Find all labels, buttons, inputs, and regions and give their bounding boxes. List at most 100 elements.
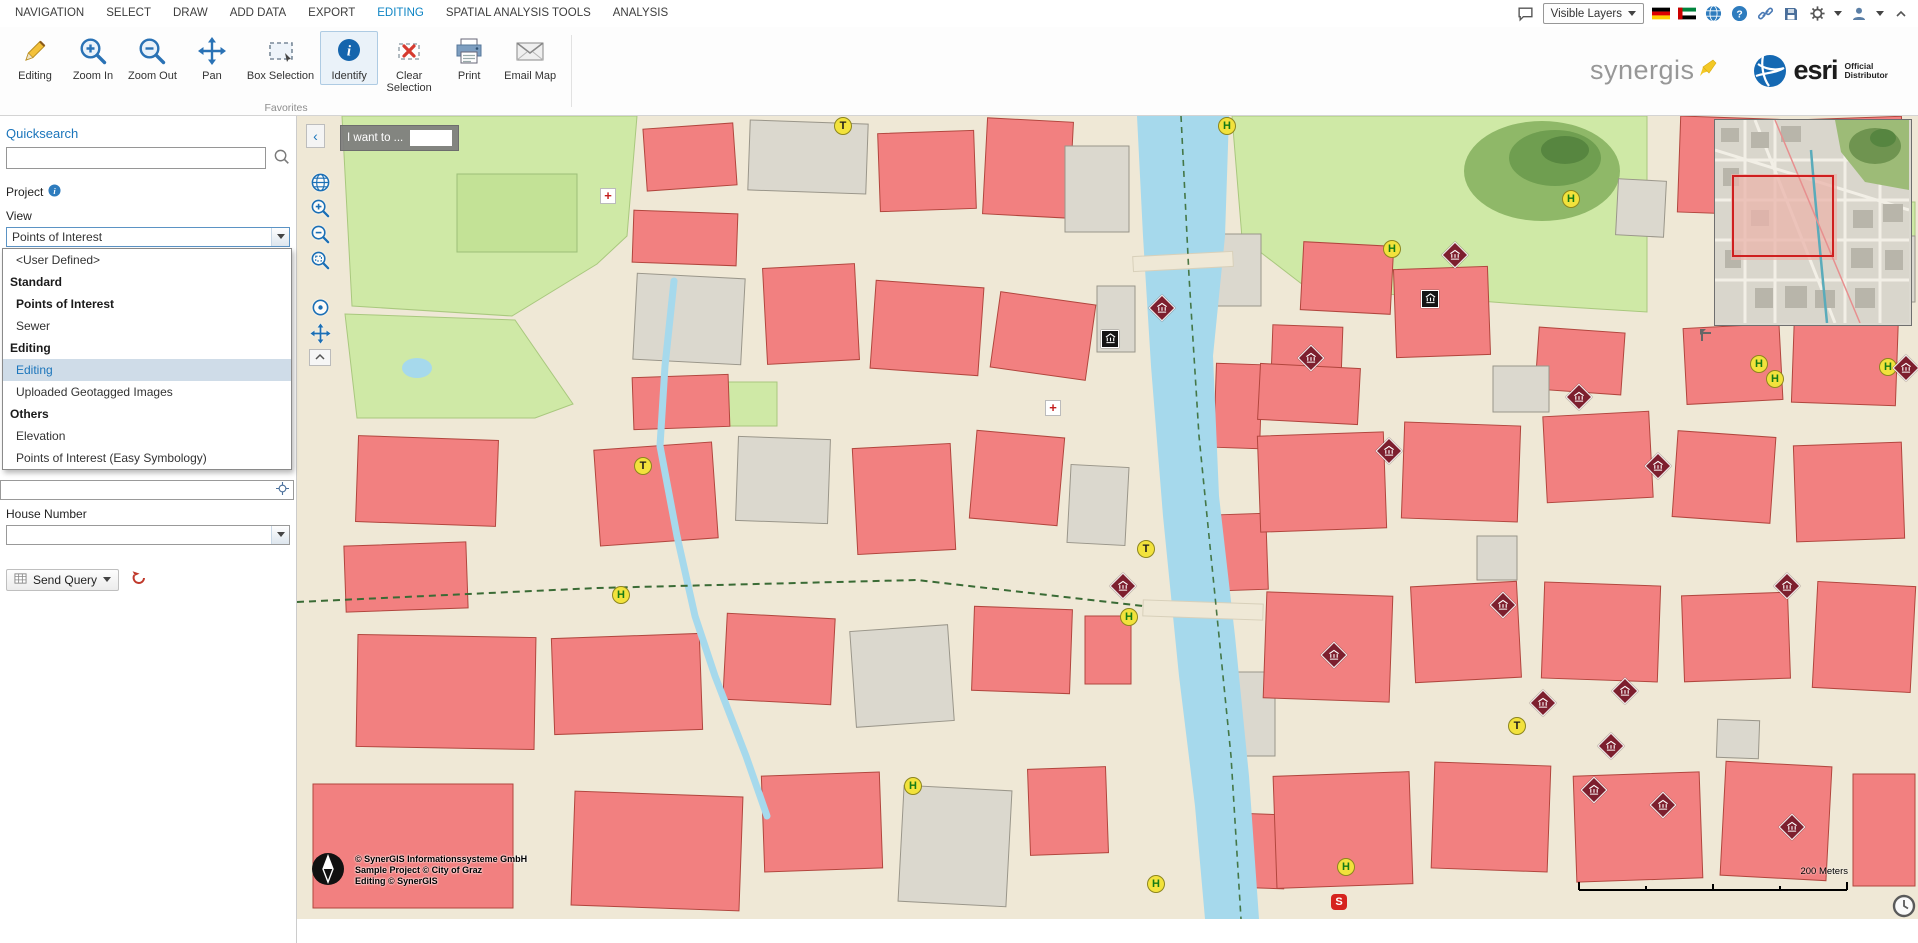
museum-marker-black[interactable] (1421, 290, 1439, 308)
identify-button[interactable]: iIdentify (320, 31, 378, 85)
menu-tab-export[interactable]: EXPORT (297, 0, 366, 27)
tourism-marker[interactable]: T (834, 117, 852, 135)
link-icon[interactable] (1756, 5, 1774, 23)
house-number-select[interactable] (6, 525, 290, 545)
visible-layers-select[interactable]: Visible Layers (1543, 3, 1644, 24)
view-select[interactable]: Points of Interest (6, 227, 290, 247)
map-canvas[interactable]: ‹ I want to ... (297, 116, 1918, 919)
overview-map[interactable] (1714, 119, 1912, 326)
i-want-to-widget[interactable]: I want to ... (340, 125, 459, 151)
pan-extent-tool-icon[interactable] (310, 323, 331, 344)
museum-marker-black[interactable] (1101, 330, 1119, 348)
menu-tab-draw[interactable]: DRAW (162, 0, 219, 27)
overview-map-graphics (1715, 120, 1909, 323)
view-option-editing[interactable]: Editing (3, 359, 291, 381)
view-option-uploaded-geotagged-images[interactable]: Uploaded Geotagged Images (3, 381, 291, 403)
info-icon[interactable]: i (48, 184, 61, 200)
view-option-points-of-interest-easy-symbology[interactable]: Points of Interest (Easy Symbology) (3, 447, 291, 469)
pencil-icon (19, 35, 51, 67)
menu-tab-editing[interactable]: EDITING (366, 0, 435, 27)
quicksearch-link[interactable]: Quicksearch (6, 126, 296, 141)
view-option-editing[interactable]: Editing (3, 337, 291, 359)
globe-icon[interactable] (1704, 5, 1722, 23)
hotel-marker[interactable]: H (1562, 190, 1580, 208)
user-icon[interactable] (1850, 5, 1868, 23)
tourism-marker[interactable]: T (634, 457, 652, 475)
esri-logo: esri Official Distributor (1753, 54, 1889, 88)
center-map-tool-icon[interactable] (310, 297, 331, 318)
view-option-user-defined[interactable]: <User Defined> (3, 249, 291, 271)
hospital-marker[interactable]: + (600, 188, 616, 204)
menu-tab-spatial-analysis-tools[interactable]: SPATIAL ANALYSIS TOOLS (435, 0, 602, 27)
toolbar-scroll-up-button[interactable] (309, 349, 331, 366)
hotel-marker[interactable]: H (1147, 875, 1165, 893)
email-map-button[interactable]: Email Map (498, 31, 562, 85)
box-selection-icon (265, 35, 297, 67)
comment-icon[interactable] (1517, 5, 1535, 23)
flag-germany-icon[interactable] (1652, 5, 1670, 23)
view-option-standard[interactable]: Standard (3, 271, 291, 293)
zoom-out-button[interactable]: Zoom Out (122, 31, 183, 85)
ribbon-group-label: Favorites (0, 102, 572, 114)
main-menu: NAVIGATIONSELECTDRAWADD DATAEXPORTEDITIN… (4, 0, 679, 27)
inset-resize-icon[interactable] (1699, 328, 1714, 348)
zoom-window-tool-icon[interactable] (310, 250, 331, 271)
hotel-marker[interactable]: H (1766, 370, 1784, 388)
clear-selection-button[interactable]: Clear Selection (378, 31, 440, 97)
menu-tab-add-data[interactable]: ADD DATA (219, 0, 297, 27)
menu-tab-navigation[interactable]: NAVIGATION (4, 0, 95, 27)
hotel-marker[interactable]: H (904, 777, 922, 795)
user-caret-icon[interactable] (1876, 11, 1884, 16)
print-icon (453, 35, 485, 67)
tourism-marker[interactable]: T (1137, 540, 1155, 558)
query-grid-icon (14, 572, 27, 588)
menu-right-tools: Visible Layers ? (1517, 3, 1910, 24)
hotel-marker[interactable]: H (1120, 608, 1138, 626)
print-button[interactable]: Print (440, 31, 498, 85)
pan-button[interactable]: Pan (183, 31, 241, 85)
view-option-others[interactable]: Others (3, 403, 291, 425)
time-slider-clock-icon[interactable] (1892, 894, 1916, 919)
hotel-marker[interactable]: H (1383, 240, 1401, 258)
locate-icon[interactable] (276, 482, 289, 498)
tourism-marker[interactable]: T (1508, 717, 1526, 735)
north-arrow-icon (311, 852, 345, 891)
search-icon[interactable] (273, 148, 290, 168)
settings-caret-icon[interactable] (1834, 11, 1842, 16)
i-want-to-input[interactable] (410, 130, 452, 146)
reset-query-icon[interactable] (131, 570, 147, 589)
flag-uae-icon[interactable] (1678, 5, 1696, 23)
hotel-marker[interactable]: H (1750, 355, 1768, 373)
hotel-marker[interactable]: H (1337, 858, 1355, 876)
collapse-panel-button[interactable]: ‹ (306, 124, 325, 148)
view-option-sewer[interactable]: Sewer (3, 315, 291, 337)
chevron-down-icon (1628, 11, 1636, 16)
send-query-button[interactable]: Send Query (6, 569, 119, 591)
quicksearch-input[interactable] (6, 147, 266, 169)
brand-marker[interactable]: S (1331, 894, 1347, 910)
hospital-marker[interactable]: + (1045, 400, 1061, 416)
box-selection-button[interactable]: Box Selection (241, 31, 320, 85)
address-field[interactable] (0, 480, 294, 500)
view-select-caret-icon[interactable] (271, 228, 289, 246)
hotel-marker[interactable]: H (612, 586, 630, 604)
zoom-in-button[interactable]: Zoom In (64, 31, 122, 85)
ribbon-button-label: Zoom Out (128, 70, 177, 82)
view-dropdown-list: <User Defined>StandardPoints of Interest… (2, 248, 292, 470)
full-extent-globe-icon[interactable] (310, 172, 331, 193)
editing-button[interactable]: Editing (6, 31, 64, 85)
esri-logo-text: esri (1794, 55, 1838, 86)
menu-tab-analysis[interactable]: ANALYSIS (602, 0, 679, 27)
map-copyright: © SynerGIS Informationssysteme GmbH Samp… (355, 854, 527, 887)
help-icon[interactable]: ? (1730, 5, 1748, 23)
house-number-caret-icon[interactable] (271, 526, 289, 544)
save-icon[interactable] (1782, 5, 1800, 23)
collapse-ribbon-icon[interactable] (1892, 5, 1910, 23)
settings-gear-icon[interactable] (1808, 5, 1826, 23)
zoom-in-tool-icon[interactable] (310, 198, 331, 219)
view-option-points-of-interest[interactable]: Points of Interest (3, 293, 291, 315)
zoom-out-tool-icon[interactable] (310, 224, 331, 245)
view-option-elevation[interactable]: Elevation (3, 425, 291, 447)
hotel-marker[interactable]: H (1218, 117, 1236, 135)
menu-tab-select[interactable]: SELECT (95, 0, 162, 27)
